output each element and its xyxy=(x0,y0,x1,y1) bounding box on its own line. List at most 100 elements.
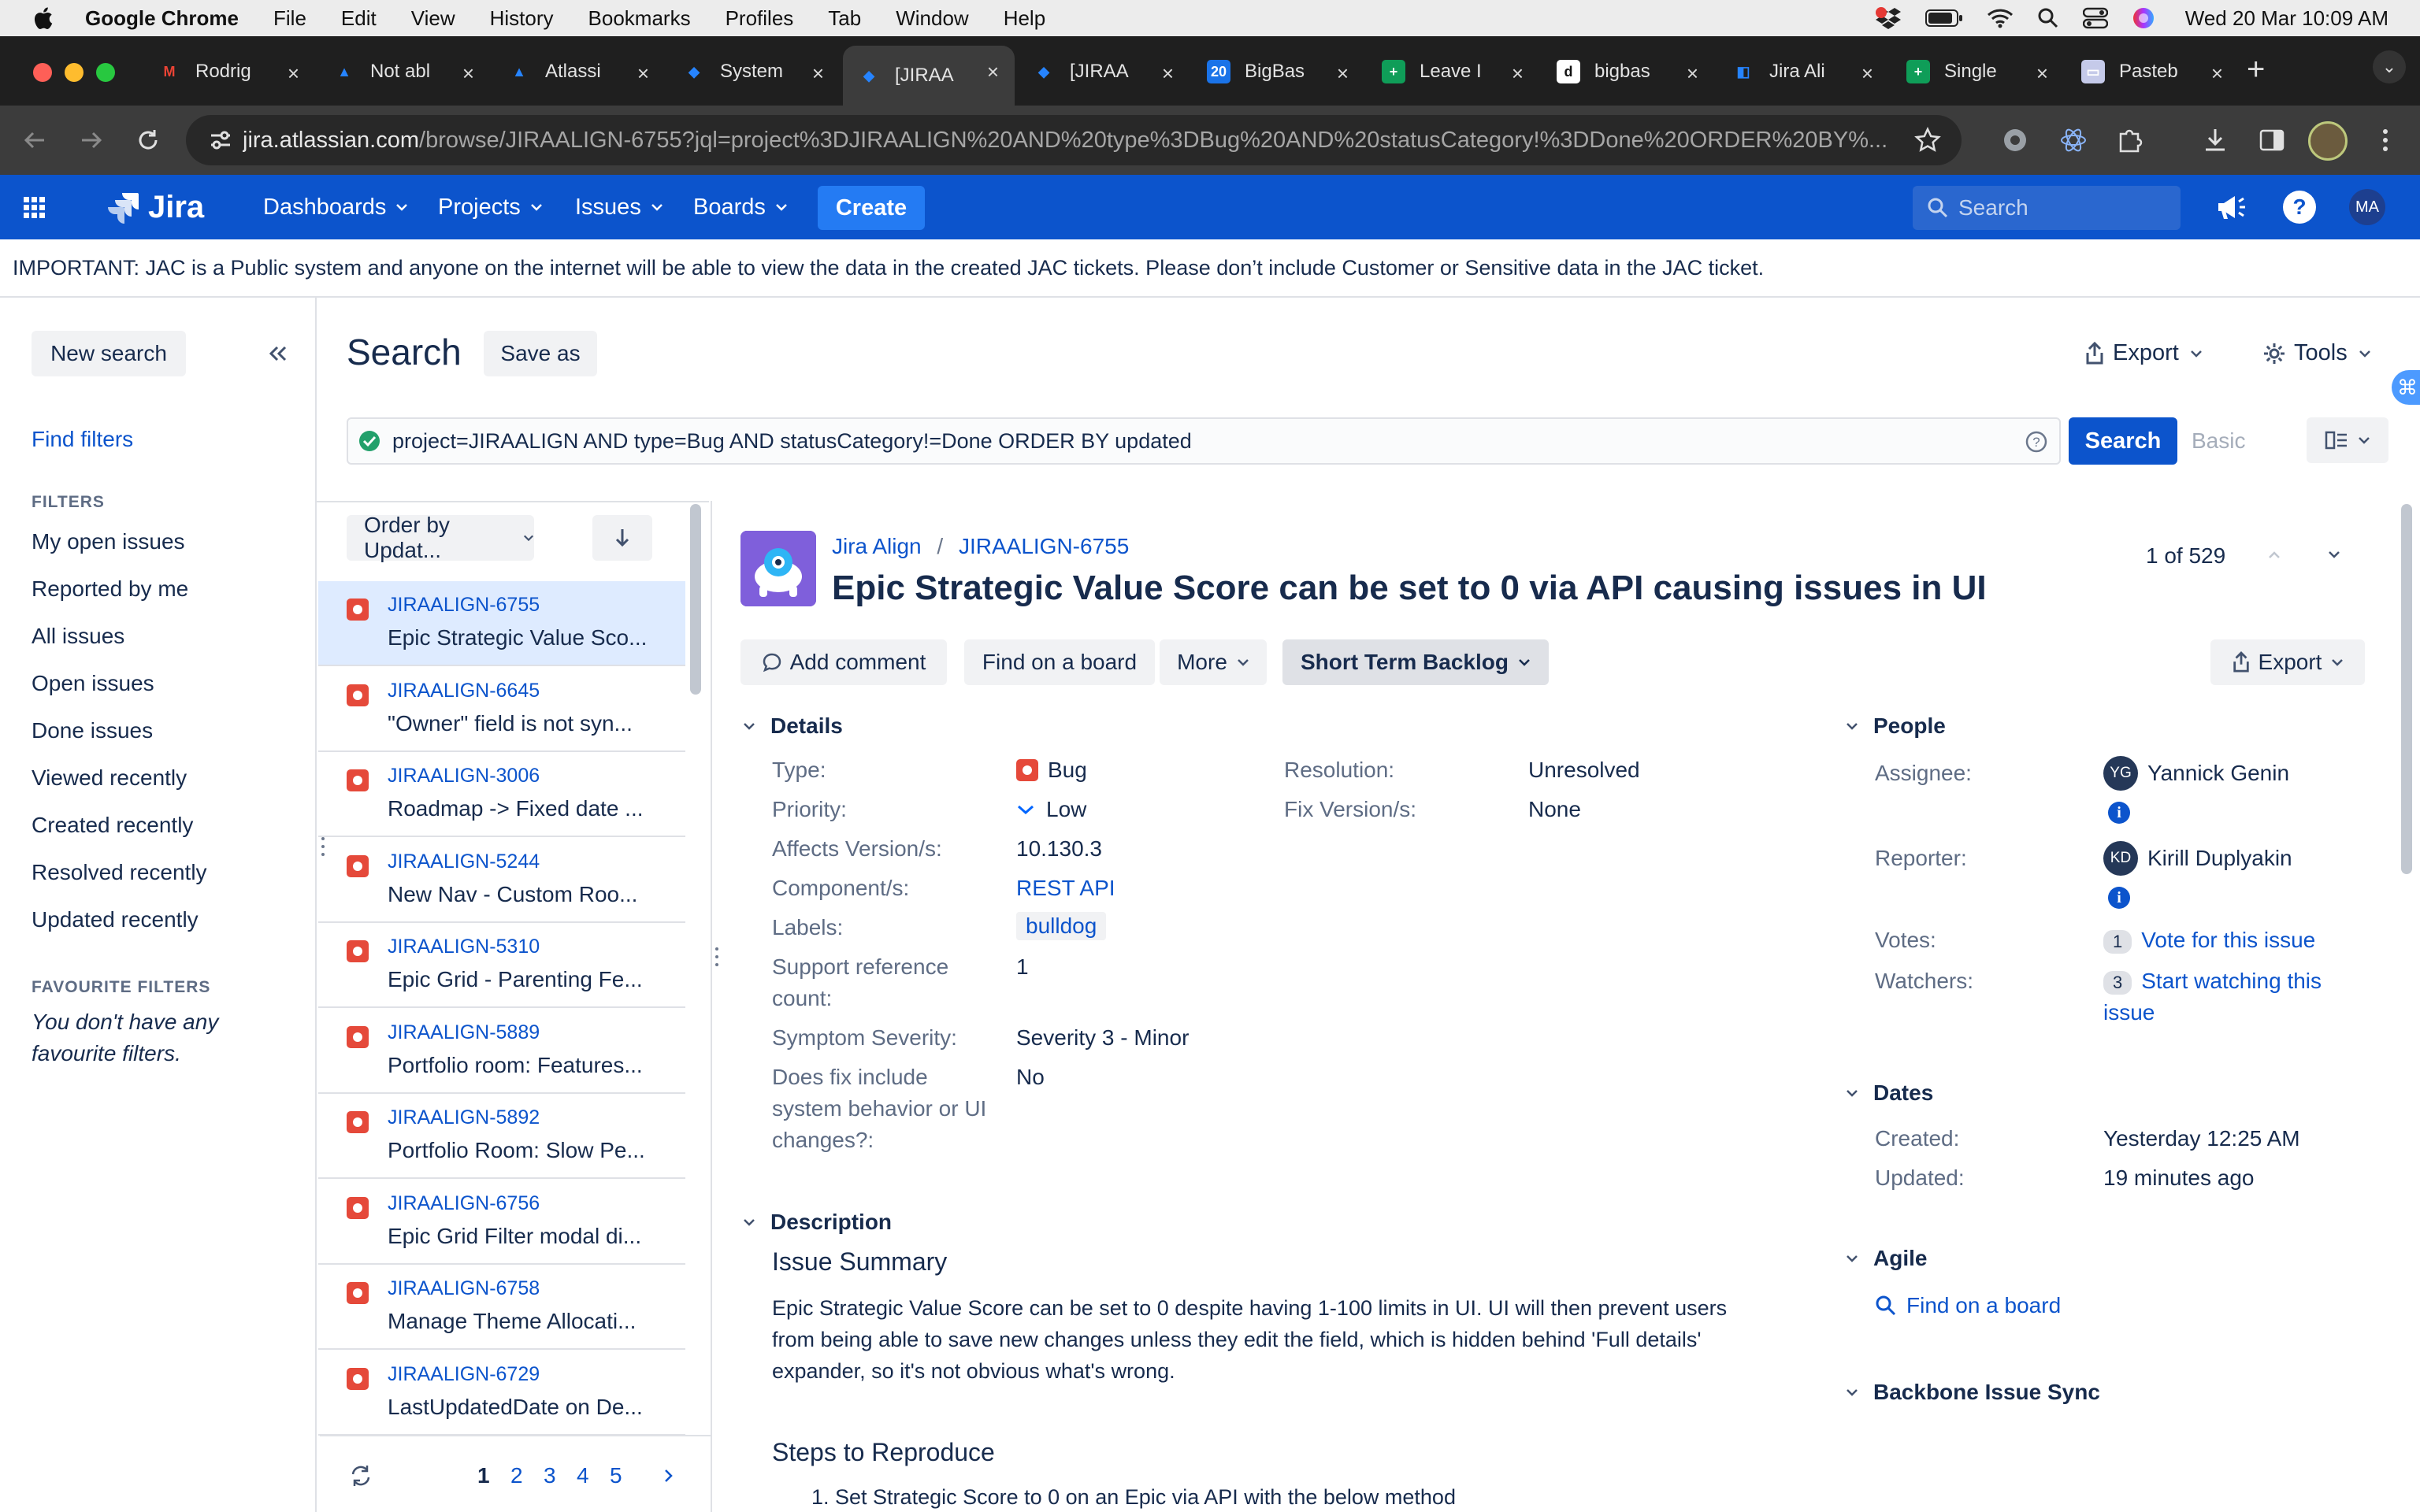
filter-resolved-recently[interactable]: Resolved recently xyxy=(32,860,207,885)
close-tab-icon[interactable]: × xyxy=(812,61,824,86)
previous-issue-chevron-icon[interactable] xyxy=(2267,550,2281,559)
layout-switcher-button[interactable] xyxy=(2307,417,2388,463)
issue-title[interactable]: Epic Strategic Value Score can be set to… xyxy=(832,569,1987,608)
menu-app-name[interactable]: Google Chrome xyxy=(85,6,239,31)
issue-list-item[interactable]: JIRAALIGN-3006 Roadmap -> Fixed date ... xyxy=(318,752,685,837)
browser-tab[interactable]: ▭ Pasteb × xyxy=(2067,47,2239,96)
close-tab-icon[interactable]: × xyxy=(987,60,999,84)
page-4-link[interactable]: 4 xyxy=(577,1463,589,1488)
menu-tab[interactable]: Tab xyxy=(828,6,861,31)
issue-key[interactable]: JIRAALIGN-6645 xyxy=(388,680,540,702)
close-tab-icon[interactable]: × xyxy=(637,61,649,86)
issue-key[interactable]: JIRAALIGN-6758 xyxy=(388,1277,540,1300)
back-icon[interactable] xyxy=(22,128,47,153)
browser-tab[interactable]: + Leave I × xyxy=(1368,47,1539,96)
browser-tab[interactable]: ▲ Atlassi × xyxy=(493,47,665,96)
chrome-menu-icon[interactable] xyxy=(2376,126,2395,154)
issue-key[interactable]: JIRAALIGN-5310 xyxy=(388,936,540,958)
menu-view[interactable]: View xyxy=(411,6,455,31)
jira-search-input[interactable]: Search xyxy=(1913,186,2181,230)
agile-section-toggle[interactable]: Agile xyxy=(1845,1246,1927,1271)
notifications-megaphone-icon[interactable] xyxy=(2214,191,2247,224)
address-bar[interactable]: jira.atlassian.com/browse/JIRAALIGN-6755… xyxy=(186,115,1962,165)
basic-mode-toggle[interactable]: Basic xyxy=(2192,428,2245,454)
issue-list-item[interactable]: JIRAALIGN-6729 LastUpdatedDate on De... xyxy=(318,1351,685,1436)
issue-export-button[interactable]: Export xyxy=(2210,639,2365,685)
close-tab-icon[interactable]: × xyxy=(1337,61,1349,86)
jql-query-input[interactable]: project=JIRAALIGN AND type=Bug AND statu… xyxy=(347,417,2061,465)
close-tab-icon[interactable]: × xyxy=(1861,61,1873,86)
window-zoom-button[interactable] xyxy=(96,63,115,82)
order-by-dropdown[interactable]: Order by Updat... xyxy=(347,513,534,562)
browser-tab[interactable]: ◆ [JIRAA × xyxy=(1018,47,1190,96)
project-avatar[interactable] xyxy=(740,531,816,606)
close-tab-icon[interactable]: × xyxy=(1687,61,1698,86)
save-as-button[interactable]: Save as xyxy=(484,331,597,376)
browser-tab[interactable]: ◆ System × xyxy=(668,47,840,96)
create-button[interactable]: Create xyxy=(818,186,925,230)
info-icon[interactable]: i xyxy=(2108,802,2130,824)
browser-tab[interactable]: 20 BigBas × xyxy=(1193,47,1364,96)
issue-list-item[interactable]: JIRAALIGN-5310 Epic Grid - Parenting Fe..… xyxy=(318,923,685,1008)
spotlight-search-icon[interactable] xyxy=(2037,7,2059,29)
add-comment-button[interactable]: Add comment xyxy=(740,639,947,685)
menu-file[interactable]: File xyxy=(273,6,306,31)
close-tab-icon[interactable]: × xyxy=(2211,61,2223,86)
menu-help[interactable]: Help xyxy=(1004,6,1045,31)
floating-command-icon[interactable]: ⌘ xyxy=(2392,370,2420,405)
menu-profiles[interactable]: Profiles xyxy=(726,6,794,31)
filter-done-issues[interactable]: Done issues xyxy=(32,718,153,743)
site-settings-icon[interactable] xyxy=(208,128,233,153)
wifi-icon[interactable] xyxy=(1987,8,2014,28)
issue-key[interactable]: JIRAALIGN-6756 xyxy=(388,1192,540,1215)
backbone-section-toggle[interactable]: Backbone Issue Sync xyxy=(1845,1380,2100,1405)
page-2-link[interactable]: 2 xyxy=(510,1463,523,1488)
vote-link[interactable]: Vote for this issue xyxy=(2141,928,2315,952)
react-devtools-icon[interactable] xyxy=(2059,126,2088,154)
find-filters-link[interactable]: Find filters xyxy=(32,427,133,452)
new-tab-button[interactable]: + xyxy=(2247,52,2265,87)
issue-key[interactable]: JIRAALIGN-5889 xyxy=(388,1021,540,1044)
assignee-name[interactable]: Yannick Genin xyxy=(2147,761,2289,786)
description-section-toggle[interactable]: Description xyxy=(742,1210,892,1235)
tools-menu-button[interactable]: Tools xyxy=(2262,340,2371,366)
browser-tab[interactable]: ◧ Jira Ali × xyxy=(1717,47,1889,96)
side-panel-icon[interactable] xyxy=(2258,126,2286,154)
status-transition-button[interactable]: Short Term Backlog xyxy=(1282,639,1549,685)
issue-list-item[interactable]: JIRAALIGN-6756 Epic Grid Filter modal di.… xyxy=(318,1180,685,1265)
window-close-button[interactable] xyxy=(33,63,52,82)
dates-section-toggle[interactable]: Dates xyxy=(1845,1080,1933,1106)
tab-search-button[interactable]: ⌄ xyxy=(2373,50,2406,83)
page-5-link[interactable]: 5 xyxy=(610,1463,622,1488)
page-1-link[interactable]: 1 xyxy=(477,1463,490,1488)
browser-tab[interactable]: M Rodrig × xyxy=(143,47,315,96)
close-tab-icon[interactable]: × xyxy=(1162,61,1174,86)
battery-icon[interactable] xyxy=(1924,9,1963,28)
refresh-icon[interactable] xyxy=(348,1463,373,1488)
siri-icon[interactable] xyxy=(2132,6,2155,30)
extension-icon[interactable] xyxy=(2001,126,2029,154)
forward-icon[interactable] xyxy=(79,128,104,153)
close-tab-icon[interactable]: × xyxy=(1512,61,1524,86)
user-avatar[interactable]: MA xyxy=(2349,189,2385,225)
close-tab-icon[interactable]: × xyxy=(2036,61,2048,86)
nav-boards[interactable]: Boards xyxy=(693,175,788,239)
filter-all-issues[interactable]: All issues xyxy=(32,624,124,649)
find-on-board-button[interactable]: Find on a board xyxy=(964,639,1155,685)
reporter-name[interactable]: Kirill Duplyakin xyxy=(2147,846,2292,871)
nav-dashboards[interactable]: Dashboards xyxy=(263,175,408,239)
issue-key[interactable]: JIRAALIGN-6729 xyxy=(388,1363,540,1386)
reporter-avatar[interactable]: KD xyxy=(2103,841,2138,876)
agile-find-board-link[interactable]: Find on a board xyxy=(1875,1293,2061,1318)
issue-list-item[interactable]: JIRAALIGN-5889 Portfolio room: Features..… xyxy=(318,1009,685,1094)
reload-icon[interactable] xyxy=(135,128,161,153)
sidebar-resize-handle[interactable] xyxy=(318,835,328,858)
filter-created-recently[interactable]: Created recently xyxy=(32,813,193,838)
filter-reported-by-me[interactable]: Reported by me xyxy=(32,576,188,602)
watch-link[interactable]: Start watching this xyxy=(2141,969,2322,993)
browser-tab[interactable]: d bigbas × xyxy=(1542,47,1714,96)
nav-projects[interactable]: Projects xyxy=(438,175,543,239)
filter-updated-recently[interactable]: Updated recently xyxy=(32,907,199,932)
issue-key[interactable]: JIRAALIGN-5244 xyxy=(388,850,540,873)
nav-issues[interactable]: Issues xyxy=(575,175,663,239)
